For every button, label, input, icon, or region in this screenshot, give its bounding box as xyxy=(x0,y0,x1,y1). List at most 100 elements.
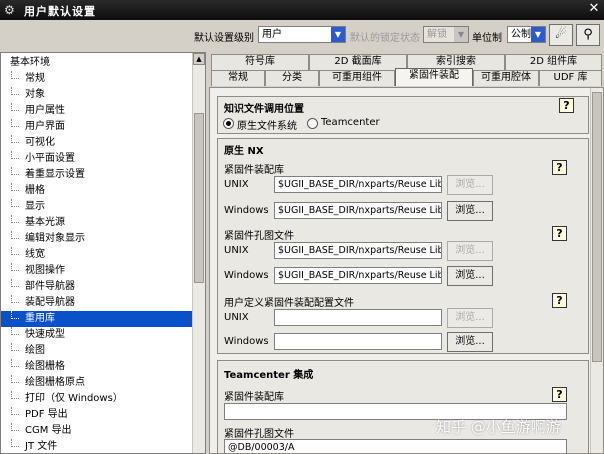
user-config-windows-field[interactable] xyxy=(274,333,442,350)
scroll-thumb[interactable] xyxy=(194,113,204,283)
tree-scrollbar[interactable]: ▲ xyxy=(192,53,205,453)
close-icon[interactable]: ✕ xyxy=(587,2,601,16)
browse-button[interactable]: 浏览... xyxy=(447,266,493,286)
tree-connector xyxy=(11,263,19,271)
tree-item[interactable]: 部件导航器 xyxy=(1,279,193,295)
tab-2d-section-library[interactable]: 2D 截面库 xyxy=(309,54,407,70)
tree-connector xyxy=(11,295,19,303)
lock-state-label: 默认的锁定状态 xyxy=(350,33,420,44)
unit-value: 公制 xyxy=(511,29,531,40)
tree-connector xyxy=(11,151,19,159)
tree-item[interactable]: 对象 xyxy=(1,87,193,103)
tab-symbol-library[interactable]: 符号库 xyxy=(211,54,309,70)
default-level-value: 用户 xyxy=(262,29,282,40)
tree-item-label: 绘图栅格 xyxy=(25,361,65,372)
scroll-thumb[interactable] xyxy=(592,92,602,362)
tree-item[interactable]: JT 文件 xyxy=(1,439,193,453)
location-group: 知识文件调用位置 ? 原生文件系统 Teamcenter xyxy=(217,96,589,134)
tree-connector xyxy=(11,423,19,431)
browse-button[interactable]: 浏览... xyxy=(447,201,493,221)
tree-item[interactable]: 着重显示设置 xyxy=(1,167,193,183)
scroll-up-icon[interactable]: ▲ xyxy=(193,53,205,65)
tree-item[interactable]: 常规 xyxy=(1,71,193,87)
tab-2d-component-library[interactable]: 2D 组件库 xyxy=(505,54,602,70)
browse-button[interactable]: 浏览... xyxy=(447,332,493,352)
tree-connector xyxy=(11,135,19,143)
tree-item[interactable]: 栅格 xyxy=(1,183,193,199)
hole-file-unix-field[interactable]: $UGII_BASE_DIR/nxparts/Reuse Lib xyxy=(274,242,442,259)
help-icon[interactable]: ? xyxy=(552,293,567,308)
tree-root[interactable]: 基本环境 xyxy=(1,55,193,71)
hole-file-windows-field[interactable]: $UGII_BASE_DIR/nxparts/Reuse Lib xyxy=(274,267,442,284)
tree-item[interactable]: 用户界面 xyxy=(1,119,193,135)
import-settings-button[interactable]: ☄ xyxy=(549,24,573,46)
unit-select[interactable]: 公制 ▼ xyxy=(507,26,546,43)
tree-item[interactable]: 快速成型 xyxy=(1,327,193,343)
tree-item[interactable]: 装配导航器 xyxy=(1,295,193,311)
tree-connector xyxy=(11,311,19,319)
browse-button[interactable]: 浏览... xyxy=(447,308,493,328)
lock-state-select[interactable]: 解锁 ▼ xyxy=(423,26,469,43)
help-icon[interactable]: ? xyxy=(552,387,567,402)
tree-item[interactable]: 编辑对象显示 xyxy=(1,231,193,247)
tree-item[interactable]: 视图操作 xyxy=(1,263,193,279)
toolbar: 默认设置级别 用户 ▼ 默认的锁定状态 解锁 ▼ 单位制 公制 ▼ ☄ ⚲ xyxy=(0,20,604,50)
tab-reusable-components[interactable]: 可重用组件 xyxy=(319,70,395,86)
tree-connector xyxy=(11,103,19,111)
tree-item[interactable]: 用户属性 xyxy=(1,103,193,119)
help-icon[interactable]: ? xyxy=(552,160,567,175)
unix-label: UNIX xyxy=(224,312,249,323)
window-title: 用户默认设置 xyxy=(24,5,96,18)
tc-hole-file-field[interactable]: @DB/00003/A xyxy=(224,439,567,453)
native-nx-title: 原生 NX xyxy=(224,146,264,157)
tree-item-label: 重用库 xyxy=(25,313,55,324)
unix-label: UNIX xyxy=(224,179,249,190)
help-icon[interactable]: ? xyxy=(559,98,574,113)
tab-general[interactable]: 常规 xyxy=(211,70,265,86)
app-icon: ⚙ xyxy=(4,3,15,17)
tree-item[interactable]: PDF 导出 xyxy=(1,407,193,423)
tab-udf-library[interactable]: UDF 库 xyxy=(539,70,602,86)
tree-item[interactable]: 打印（仅 Windows） xyxy=(1,391,193,407)
fastener-assembly-panel: 知识文件调用位置 ? 原生文件系统 Teamcenter 原生 NX 紧固件装配… xyxy=(209,87,604,454)
unit-label: 单位制 xyxy=(472,33,502,44)
tab-reusable-pockets[interactable]: 可重用腔体 xyxy=(473,70,539,86)
tree-item[interactable]: 小平面设置 xyxy=(1,151,193,167)
tree-connector xyxy=(11,87,19,95)
tree-item[interactable]: 可视化 xyxy=(1,135,193,151)
export-settings-button[interactable]: ⚲ xyxy=(576,24,600,46)
tree-item-label: 编辑对象显示 xyxy=(25,233,85,244)
tree-item-label: 小平面设置 xyxy=(25,153,75,164)
export-icon: ⚲ xyxy=(583,27,593,42)
tab-fastener-assembly[interactable]: 紧固件装配 xyxy=(395,68,473,86)
user-config-unix-field[interactable] xyxy=(274,309,442,326)
default-level-select[interactable]: 用户 ▼ xyxy=(258,26,346,43)
tab-classification[interactable]: 分类 xyxy=(265,70,319,86)
windows-label: Windows xyxy=(224,336,269,347)
panel-scrollbar[interactable] xyxy=(590,88,603,453)
browse-button[interactable]: 浏览... xyxy=(447,241,493,261)
tc-fastener-lib-label: 紧固件装配库 xyxy=(224,392,284,403)
teamcenter-radio[interactable] xyxy=(307,118,318,129)
tree-item-label: PDF 导出 xyxy=(25,409,68,420)
tree-item[interactable]: 绘图栅格原点 xyxy=(1,375,193,391)
tree-item[interactable]: 线宽 xyxy=(1,247,193,263)
tree-item[interactable]: 绘图栅格 xyxy=(1,359,193,375)
location-title: 知识文件调用位置 xyxy=(224,104,304,115)
tree-item[interactable]: 显示 xyxy=(1,199,193,215)
fastener-lib-unix-field[interactable]: $UGII_BASE_DIR/nxparts/Reuse Lib xyxy=(274,176,442,193)
tree-connector xyxy=(11,199,19,207)
user-config-label: 用户定义紧固件装配配置文件 xyxy=(224,298,354,309)
tree-item-label: 装配导航器 xyxy=(25,297,75,308)
tree-item[interactable]: 基本光源 xyxy=(1,215,193,231)
help-icon[interactable]: ? xyxy=(552,226,567,241)
native-radio[interactable] xyxy=(223,118,234,129)
tree-item[interactable]: 绘图 xyxy=(1,343,193,359)
settings-tree: 基本环境 常规 对象 用户属性 用户界面 可视化小平面设置着重显示设置 栅格 显示 基本光源编… xyxy=(0,52,206,454)
fastener-lib-windows-field[interactable]: $UGII_BASE_DIR/nxparts/Reuse Lib xyxy=(274,202,442,219)
browse-button[interactable]: 浏览... xyxy=(447,175,493,195)
tree-item[interactable]: 重用库 xyxy=(1,311,193,327)
hole-file-label: 紧固件孔图文件 xyxy=(224,231,294,242)
tree-item[interactable]: CGM 导出 xyxy=(1,423,193,439)
title-bar: ⚙ 用户默认设置 ✕ xyxy=(0,0,604,20)
